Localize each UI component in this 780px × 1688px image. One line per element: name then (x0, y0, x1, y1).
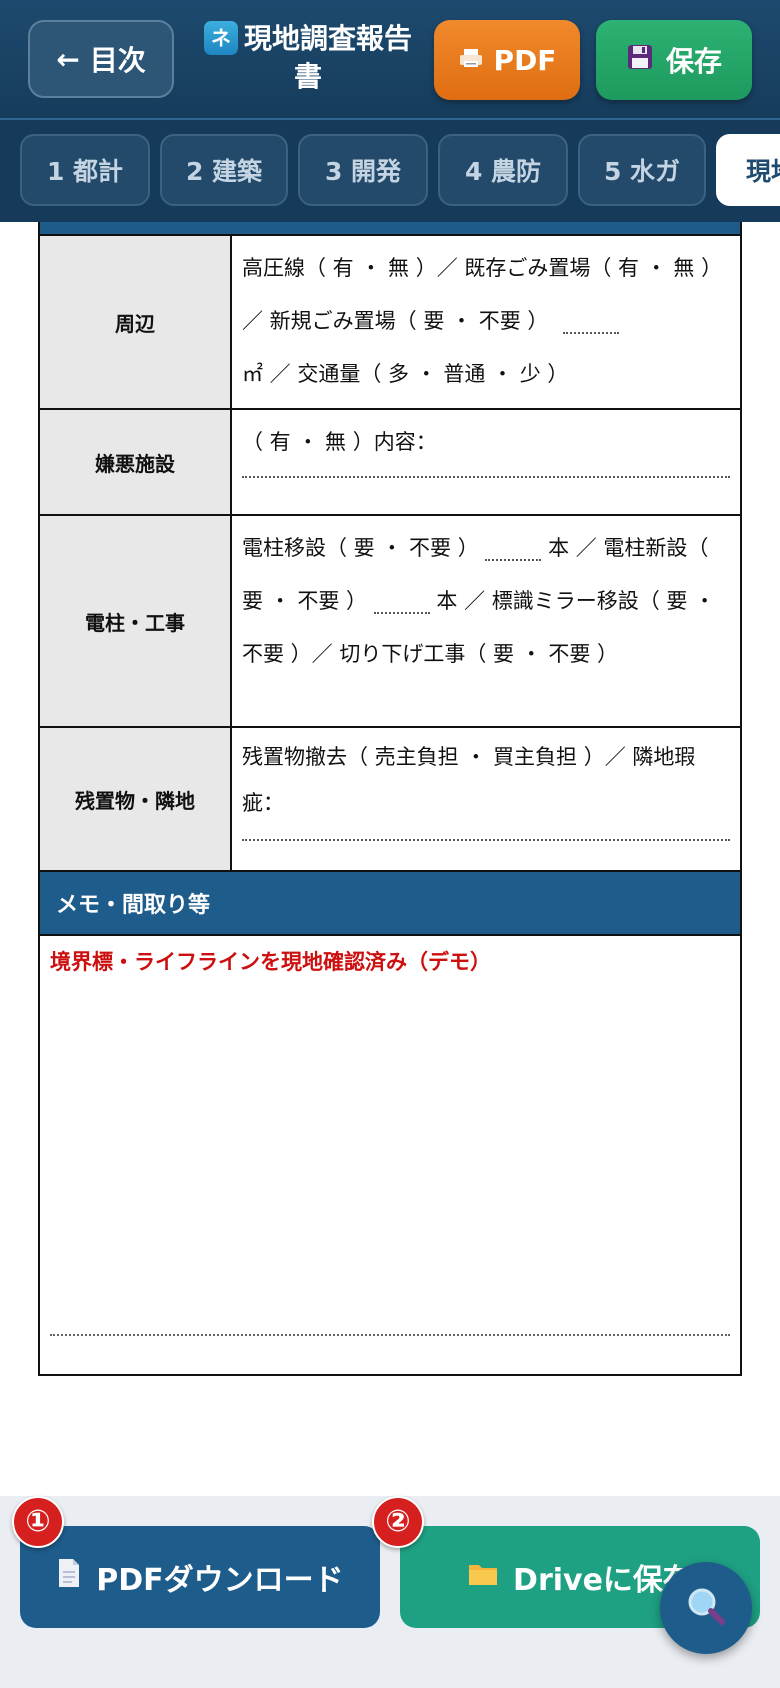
app-header: ← 目次 ネ現地調査報告書 PDF 保存 (0, 0, 780, 120)
row-label: 電柱・工事 (40, 516, 232, 726)
new-garbage-area-field[interactable] (563, 298, 620, 334)
row-surroundings: 周辺 高圧線（ 有 ・ 無 ）／ 既存ごみ置場（ 有 ・ 無 ）／ 新規ごみ置場… (38, 236, 742, 410)
back-to-index-button[interactable]: ← 目次 (28, 20, 174, 98)
tab-kaihatsu[interactable]: 3 開発 (298, 134, 428, 206)
survey-form: 周辺 高圧線（ 有 ・ 無 ）／ 既存ごみ置場（ 有 ・ 無 ）／ 新規ごみ置場… (38, 222, 742, 1376)
tab-toshikeikaku[interactable]: 1 都計 (20, 134, 150, 206)
printer-icon (458, 44, 484, 77)
step-badge-1: ① (12, 1496, 64, 1548)
adjacent-defect-field[interactable] (242, 838, 730, 841)
pdf-download-button[interactable]: PDFダウンロード (20, 1526, 380, 1628)
document-icon (56, 1557, 82, 1597)
save-button[interactable]: 保存 (596, 20, 752, 100)
row-remaining-adjacent: 残置物・隣地 残置物撤去（ 売主負担 ・ 買主負担 ）／ 隣地瑕疵： (38, 728, 742, 872)
pdf-download-label: PDFダウンロード (96, 1563, 344, 1598)
pdf-button[interactable]: PDF (434, 20, 580, 100)
section-header-strip (38, 222, 742, 236)
search-fab-button[interactable] (660, 1562, 752, 1654)
search-icon (684, 1584, 728, 1632)
memo-dotted-line (50, 1334, 730, 1336)
section-tab-bar: 1 都計 2 建築 3 開発 4 農防 5 水ガ 現地 (0, 120, 780, 222)
pole-relocation-text: 電柱移設（ 要 ・ 不要 ） (242, 536, 479, 560)
nuisance-text: （ 有 ・ 無 ）内容： (242, 430, 437, 454)
row-content: 残置物撤去（ 売主負担 ・ 買主負担 ）／ 隣地瑕疵： (232, 728, 740, 870)
floppy-disk-icon (626, 43, 654, 78)
row-label: 周辺 (40, 236, 232, 408)
tab-noubou[interactable]: 4 農防 (438, 134, 568, 206)
page-title-text: 現地調査報告書 (243, 22, 412, 93)
row-label: 残置物・隣地 (40, 728, 232, 870)
pdf-button-label: PDF (493, 43, 557, 77)
tab-kenchiku[interactable]: 2 建築 (160, 134, 288, 206)
tab-genchi[interactable]: 現地 (716, 134, 780, 206)
row-content: 高圧線（ 有 ・ 無 ）／ 既存ごみ置場（ 有 ・ 無 ）／ 新規ごみ置場（ 要… (232, 236, 740, 408)
nuisance-detail-field[interactable] (242, 475, 730, 478)
arrow-left-icon: ← (56, 42, 80, 76)
memo-heading: メモ・間取り等 (38, 872, 742, 936)
row-nuisance-facility: 嫌悪施設 （ 有 ・ 無 ）内容： (38, 410, 742, 516)
back-button-label: 目次 (89, 44, 146, 77)
row-poles-works: 電柱・工事 電柱移設（ 要 ・ 不要 ） 本 ／ 電柱新設（ 要 ・ 不要 ） … (38, 516, 742, 728)
remaining-text: 残置物撤去（ 売主負担 ・ 買主負担 ）／ 隣地瑕疵： (242, 745, 696, 815)
pole-relocation-count-field[interactable] (485, 525, 542, 561)
tab-suiga[interactable]: 5 水ガ (578, 134, 706, 206)
row-label: 嫌悪施設 (40, 410, 232, 514)
app-badge-icon: ネ (203, 21, 238, 55)
save-button-label: 保存 (665, 45, 722, 78)
pole-new-count-field[interactable] (373, 578, 430, 614)
row-content: （ 有 ・ 無 ）内容： (232, 410, 740, 514)
memo-text: 境界標・ライフラインを現地確認済み（デモ） (50, 950, 491, 974)
surroundings-text: 高圧線（ 有 ・ 無 ）／ 既存ごみ置場（ 有 ・ 無 ）／ 新規ごみ置場（ 要… (242, 256, 723, 333)
surroundings-traffic-text: ㎡ ／ 交通量（ 多 ・ 普通 ・ 少 ） (242, 362, 569, 386)
memo-area[interactable]: 境界標・ライフラインを現地確認済み（デモ） (38, 936, 742, 1376)
page-title: ネ現地調査報告書 (198, 20, 418, 100)
row-content: 電柱移設（ 要 ・ 不要 ） 本 ／ 電柱新設（ 要 ・ 不要 ） 本 ／ 標識… (232, 516, 740, 726)
step-badge-2: ② (372, 1496, 424, 1548)
folder-icon (467, 1559, 499, 1595)
